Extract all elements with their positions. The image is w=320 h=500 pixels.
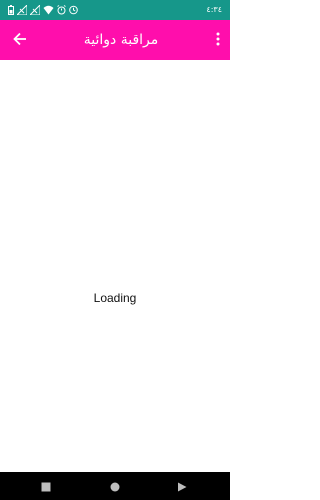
status-bar: ٤:٣٤	[0, 0, 230, 20]
overflow-menu-button[interactable]	[210, 28, 226, 52]
back-button[interactable]	[8, 28, 32, 52]
arrow-back-icon	[13, 31, 27, 50]
wifi-icon	[43, 5, 54, 15]
status-icons	[8, 4, 78, 16]
battery-icon	[8, 5, 14, 15]
recents-button[interactable]	[38, 478, 54, 494]
app-bar: مراقبة دوائية	[0, 20, 230, 60]
main-content: Loading	[0, 60, 230, 472]
recents-square-icon	[41, 477, 51, 496]
back-triangle-icon	[177, 477, 187, 496]
page-title: مراقبة دوائية	[83, 32, 159, 48]
loading-text: Loading	[93, 291, 137, 305]
screen: ٤:٣٤ مراقبة دوائية Loading	[0, 0, 230, 500]
home-circle-icon	[110, 477, 120, 496]
clock-icon	[69, 5, 78, 15]
status-time: ٤:٣٤	[206, 5, 222, 14]
alarm-icon	[57, 5, 66, 15]
home-button[interactable]	[107, 478, 123, 494]
signal-icon	[30, 5, 40, 15]
more-vert-icon	[216, 31, 220, 50]
signal-icon	[17, 5, 27, 15]
nav-back-button[interactable]	[174, 478, 190, 494]
navigation-bar	[0, 472, 230, 500]
